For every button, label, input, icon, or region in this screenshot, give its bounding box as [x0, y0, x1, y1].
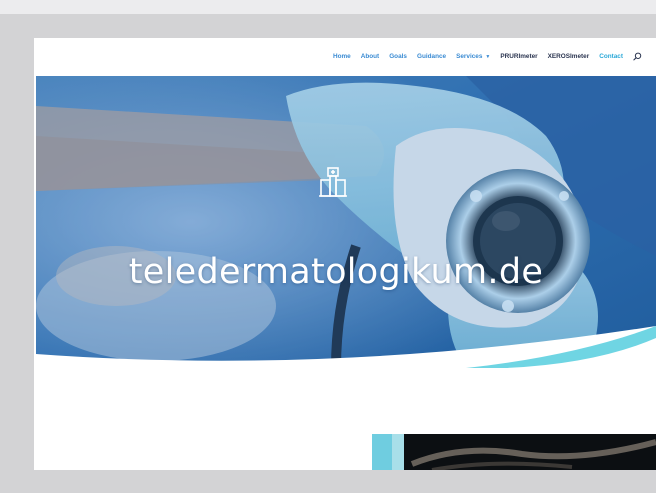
top-strip: [0, 0, 656, 14]
hospital-building-icon: [319, 167, 347, 197]
nav-item-home[interactable]: Home: [333, 53, 351, 60]
top-navigation-bar: Home About Goals Guidance Services ▼ PRU…: [34, 38, 656, 76]
nav-item-contact[interactable]: Contact: [599, 53, 623, 60]
nav-item-goals[interactable]: Goals: [389, 53, 407, 60]
nav-item-guidance[interactable]: Guidance: [417, 53, 446, 60]
hero-banner: teledermatologikum.de: [36, 76, 656, 368]
nav-item-about[interactable]: About: [361, 53, 379, 60]
content-image-preview: [372, 434, 656, 470]
nav-item-services[interactable]: Services ▼: [456, 53, 490, 60]
nav-item-services-label: Services: [456, 53, 483, 60]
search-icon[interactable]: [633, 52, 642, 61]
hero-title: teledermatologikum.de: [128, 252, 544, 292]
chevron-down-icon: ▼: [485, 53, 491, 60]
content-image-graphic: [372, 434, 656, 470]
website-screenshot: Home About Goals Guidance Services ▼ PRU…: [34, 38, 656, 470]
nav-menu: Home About Goals Guidance Services ▼ PRU…: [333, 52, 642, 61]
nav-item-prurimeter[interactable]: PRURImeter: [500, 53, 537, 60]
nav-item-xerosimeter[interactable]: XEROSImeter: [548, 53, 590, 60]
hero-background-photo: [36, 76, 656, 368]
